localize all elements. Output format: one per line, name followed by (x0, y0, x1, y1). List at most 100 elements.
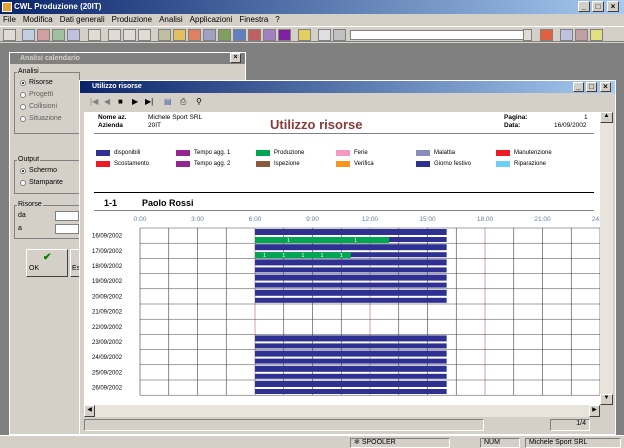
tool-icon-2[interactable] (37, 29, 50, 41)
menu-finestra[interactable]: Finestra (239, 14, 268, 26)
minimize-icon[interactable]: _ (578, 1, 590, 12)
available-bar (255, 282, 447, 288)
hour-label: 15:00 (419, 216, 436, 223)
main-maximize-icon[interactable]: □ (586, 82, 597, 92)
horizontal-scrollbar[interactable]: ◀ ▶ (84, 405, 600, 417)
azienda-value: 20IT (148, 122, 162, 129)
tool-icon-10[interactable] (218, 29, 231, 41)
available-bar (255, 289, 447, 296)
available-bar (255, 389, 447, 394)
toolbar-combo[interactable] (350, 30, 530, 40)
legend-label: Verifica (354, 161, 374, 167)
production-label: 1 (301, 253, 304, 259)
legend-swatch (416, 161, 430, 167)
hour-label: 0:00 (134, 216, 147, 223)
side-close-icon[interactable]: × (230, 53, 241, 63)
tool-icon-16[interactable] (540, 29, 553, 41)
menu-file[interactable]: File (3, 14, 16, 26)
main-close-icon[interactable]: × (600, 82, 611, 92)
tool-icon-15[interactable] (298, 29, 311, 41)
row-date-label: 20/09/2002 (92, 294, 123, 300)
tool-icon-5[interactable] (88, 29, 101, 41)
copy-icon[interactable] (123, 29, 136, 41)
radio-progetti[interactable]: Progetti (20, 91, 53, 98)
tool-icon-18[interactable] (575, 29, 588, 41)
tool-icon-7[interactable] (173, 29, 186, 41)
resource-name: Paolo Rossi (142, 198, 194, 208)
scroll-up-icon[interactable]: ▲ (600, 112, 613, 123)
cut-icon[interactable] (108, 29, 121, 41)
hour-label: 18:00 (477, 216, 494, 223)
menu-applicazioni[interactable]: Applicazioni (190, 14, 233, 26)
available-bar (255, 274, 447, 281)
print-icon[interactable] (3, 29, 16, 41)
gantt-chart: 0:00 3:00 6:00 9:00 12:00 15:00 18:00 21:00 24:0… (92, 216, 600, 396)
tool-icon-3[interactable] (52, 29, 65, 41)
menu-dati-generali[interactable]: Dati generali (60, 14, 105, 26)
tool-icon-1[interactable] (22, 29, 35, 41)
prev-page-icon[interactable]: ◀ (104, 97, 110, 106)
hour-label: 3:00 (191, 216, 204, 223)
menu-analisi[interactable]: Analisi (159, 14, 183, 26)
radio-situazione[interactable]: Situazione (20, 115, 62, 122)
tool-icon-14[interactable] (278, 29, 291, 41)
menu-produzione[interactable]: Produzione (112, 14, 152, 26)
row-date-label: 23/09/2002 (92, 340, 123, 346)
available-bar (255, 229, 447, 235)
scroll-down-icon[interactable]: ▼ (600, 394, 613, 405)
risorse-group: Risorse da a (14, 201, 80, 239)
legend-swatch (496, 150, 510, 156)
paste-icon[interactable] (138, 29, 151, 41)
radio-risorse[interactable]: Risorse (20, 79, 53, 86)
vertical-scrollbar[interactable]: ▲ ▼ (600, 112, 613, 405)
zoom-icon[interactable]: ⚲ (196, 97, 202, 106)
last-page-icon[interactable]: ▶| (145, 97, 153, 106)
radio-collisioni[interactable]: Collisioni (20, 103, 57, 110)
tool-icon-6[interactable] (158, 29, 171, 41)
tool-icon-17[interactable] (560, 29, 573, 41)
available-bar (255, 373, 447, 379)
pagina-value: 1 (584, 114, 588, 121)
radio-stampante[interactable]: Stampante (20, 179, 63, 186)
tool-icon-4[interactable] (67, 29, 80, 41)
maximize-icon[interactable]: □ (592, 1, 604, 12)
print-report-icon[interactable]: ⎙ (180, 97, 186, 107)
legend-swatch (336, 161, 350, 167)
menu-modifica[interactable]: Modifica (23, 14, 53, 26)
legend-swatch (176, 161, 190, 167)
available-bar (255, 381, 447, 387)
ok-button[interactable]: ✔ OK (26, 249, 68, 277)
available-bar (255, 267, 447, 273)
da-input[interactable] (55, 211, 79, 221)
close-icon[interactable]: × (607, 1, 619, 12)
production-label: 1 (340, 253, 343, 259)
next-page-icon[interactable]: ▶ (132, 97, 138, 106)
search-icon[interactable] (318, 29, 331, 41)
stop-icon[interactable]: ■ (118, 97, 123, 106)
tool-icon-13[interactable] (263, 29, 276, 41)
output-label: Output (17, 156, 41, 163)
main-minimize-icon[interactable]: _ (573, 82, 584, 92)
legend-divider (94, 192, 594, 193)
spooler-icon: ❃ (354, 439, 360, 446)
menu-help[interactable]: ? (275, 14, 279, 26)
scroll-right-icon[interactable]: ▶ (589, 405, 600, 417)
tool-icon-11[interactable] (233, 29, 246, 41)
export-icon[interactable]: ▤ (164, 97, 172, 106)
legend-label: Riparazione (514, 161, 547, 167)
a-input[interactable] (55, 224, 79, 234)
radio-schermo[interactable]: Schermo (20, 167, 57, 174)
app-title: CWL Produzione (20IT) (14, 2, 102, 11)
tool-icon-9[interactable] (203, 29, 216, 41)
first-page-icon[interactable]: |◀ (90, 97, 98, 106)
legend-swatch (256, 161, 270, 167)
tool-icon-12[interactable] (248, 29, 261, 41)
scroll-left-icon[interactable]: ◀ (84, 405, 95, 417)
row-date-label: 25/09/2002 (92, 370, 123, 376)
tool-icon-8[interactable] (188, 29, 201, 41)
chevron-down-icon[interactable] (523, 29, 532, 41)
row-date-label: 22/09/2002 (92, 325, 123, 331)
legend-label: Produzione (274, 150, 305, 156)
help-icon[interactable] (590, 29, 603, 41)
globe-icon[interactable] (333, 29, 346, 41)
